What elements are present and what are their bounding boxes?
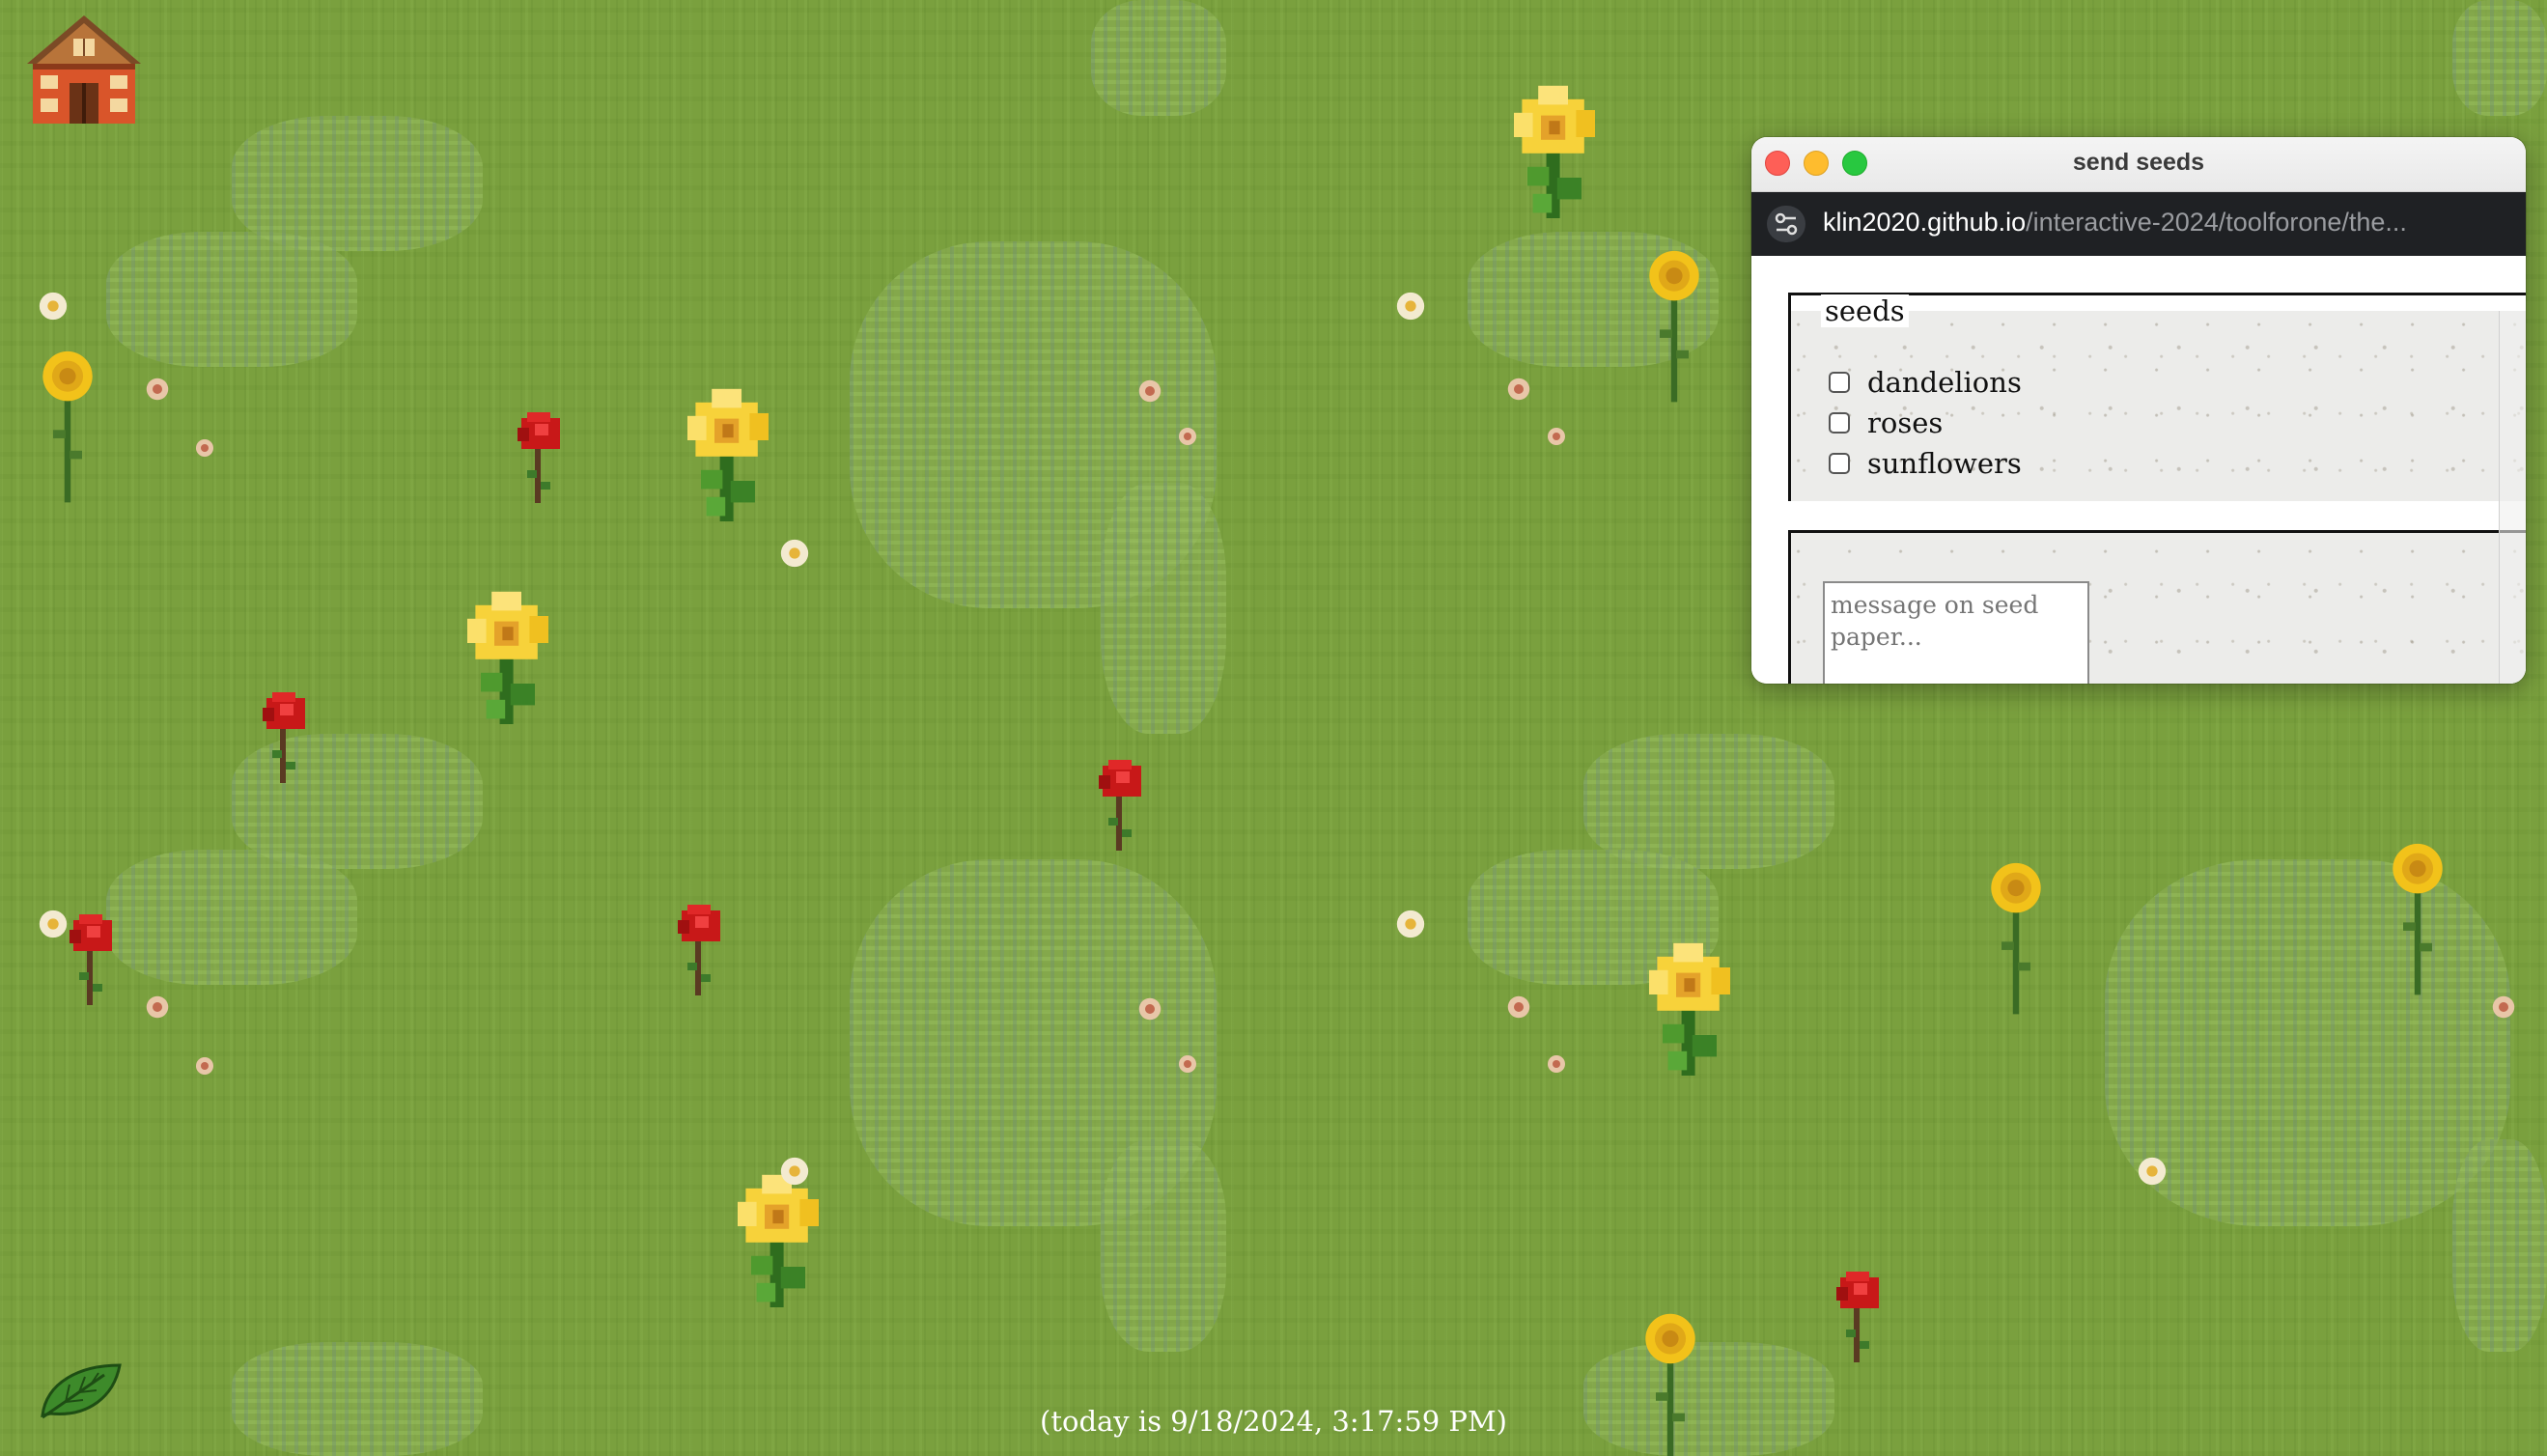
rose-flower <box>1836 1272 1879 1362</box>
blossom-flower <box>196 1057 213 1075</box>
option-label: sunflowers <box>1867 447 2022 480</box>
blossom-flower <box>1138 997 1162 1021</box>
white-blossom-flower <box>780 539 809 568</box>
send-seeds-window: send seeds klin2020.github.io/interactiv… <box>1751 137 2526 684</box>
blossom-flower <box>146 378 169 401</box>
sunflower-flower <box>1514 85 1595 218</box>
rose-flower <box>263 692 305 783</box>
blossom-flower <box>1179 428 1196 445</box>
page-scrollbar[interactable] <box>2499 311 2526 684</box>
option-sunflowers[interactable]: sunflowers <box>1829 446 2022 481</box>
blossom-flower <box>196 439 213 457</box>
option-label: dandelions <box>1867 366 2022 399</box>
option-roses[interactable]: roses <box>1829 406 1943 440</box>
grass-patch <box>106 850 357 985</box>
grass-patch <box>1583 1342 1834 1456</box>
site-settings-icon[interactable] <box>1767 206 1805 242</box>
grass-patch <box>1101 1139 1226 1352</box>
sunflower-flower <box>1649 942 1730 1076</box>
blossom-flower <box>1179 1055 1196 1073</box>
sunflower-flower <box>738 1174 819 1307</box>
blossom-flower <box>1548 1055 1565 1073</box>
blossom-flower <box>1507 995 1530 1019</box>
option-label: roses <box>1867 406 1944 439</box>
grass-patch <box>106 232 357 367</box>
blossom-flower <box>1138 379 1162 403</box>
grass-patch <box>1091 0 1226 116</box>
grass-patch <box>1101 483 1226 734</box>
white-blossom-flower <box>1396 292 1425 321</box>
blossom-flower <box>1548 428 1565 445</box>
sunflower-flower <box>467 591 548 724</box>
fieldset-gap <box>1788 501 2526 530</box>
dandelion-flower <box>2393 843 2443 995</box>
rose-flower <box>518 412 560 503</box>
white-blossom-flower <box>1396 910 1425 938</box>
rose-flower <box>70 914 112 1005</box>
address-bar[interactable]: klin2020.github.io/interactive-2024/tool… <box>1751 192 2526 256</box>
rose-flower <box>678 905 720 995</box>
seeds-legend: seeds <box>1821 294 1909 327</box>
grass-patch <box>2452 0 2547 116</box>
date-footer: (today is 9/18/2024, 3:17:59 PM) <box>1040 1405 1507 1438</box>
white-blossom-flower <box>39 292 68 321</box>
barn-house-icon[interactable] <box>21 12 147 127</box>
blossom-flower <box>1507 378 1530 401</box>
blossom-flower <box>2492 995 2515 1019</box>
roses-checkbox[interactable] <box>1829 412 1850 434</box>
option-dandelions[interactable]: dandelions <box>1829 365 2022 400</box>
sunflowers-checkbox[interactable] <box>1829 453 1850 474</box>
seed-message-input[interactable] <box>1823 581 2089 684</box>
white-blossom-flower <box>39 910 68 938</box>
white-blossom-flower <box>2138 1157 2167 1186</box>
url-path: /interactive-2024/toolforone/the... <box>2026 208 2407 237</box>
dandelion-flower <box>1991 862 2041 1015</box>
dandelions-checkbox[interactable] <box>1829 372 1850 393</box>
url-text[interactable]: klin2020.github.io/interactive-2024/tool… <box>1823 208 2407 238</box>
window-title: send seeds <box>2072 149 2205 176</box>
dandelion-flower <box>1649 250 1699 403</box>
rose-flower <box>1099 760 1141 851</box>
url-host: klin2020.github.io <box>1823 208 2027 237</box>
sunflower-flower <box>687 388 769 521</box>
grass-patch <box>2452 1139 2547 1352</box>
dandelion-flower <box>42 350 93 503</box>
grass-patch <box>232 116 483 251</box>
window-titlebar[interactable]: send seeds <box>1751 137 2526 192</box>
blossom-flower <box>146 995 169 1019</box>
grass-patch <box>1583 734 1834 869</box>
white-blossom-flower <box>780 1157 809 1186</box>
grass-patch <box>232 1342 483 1456</box>
